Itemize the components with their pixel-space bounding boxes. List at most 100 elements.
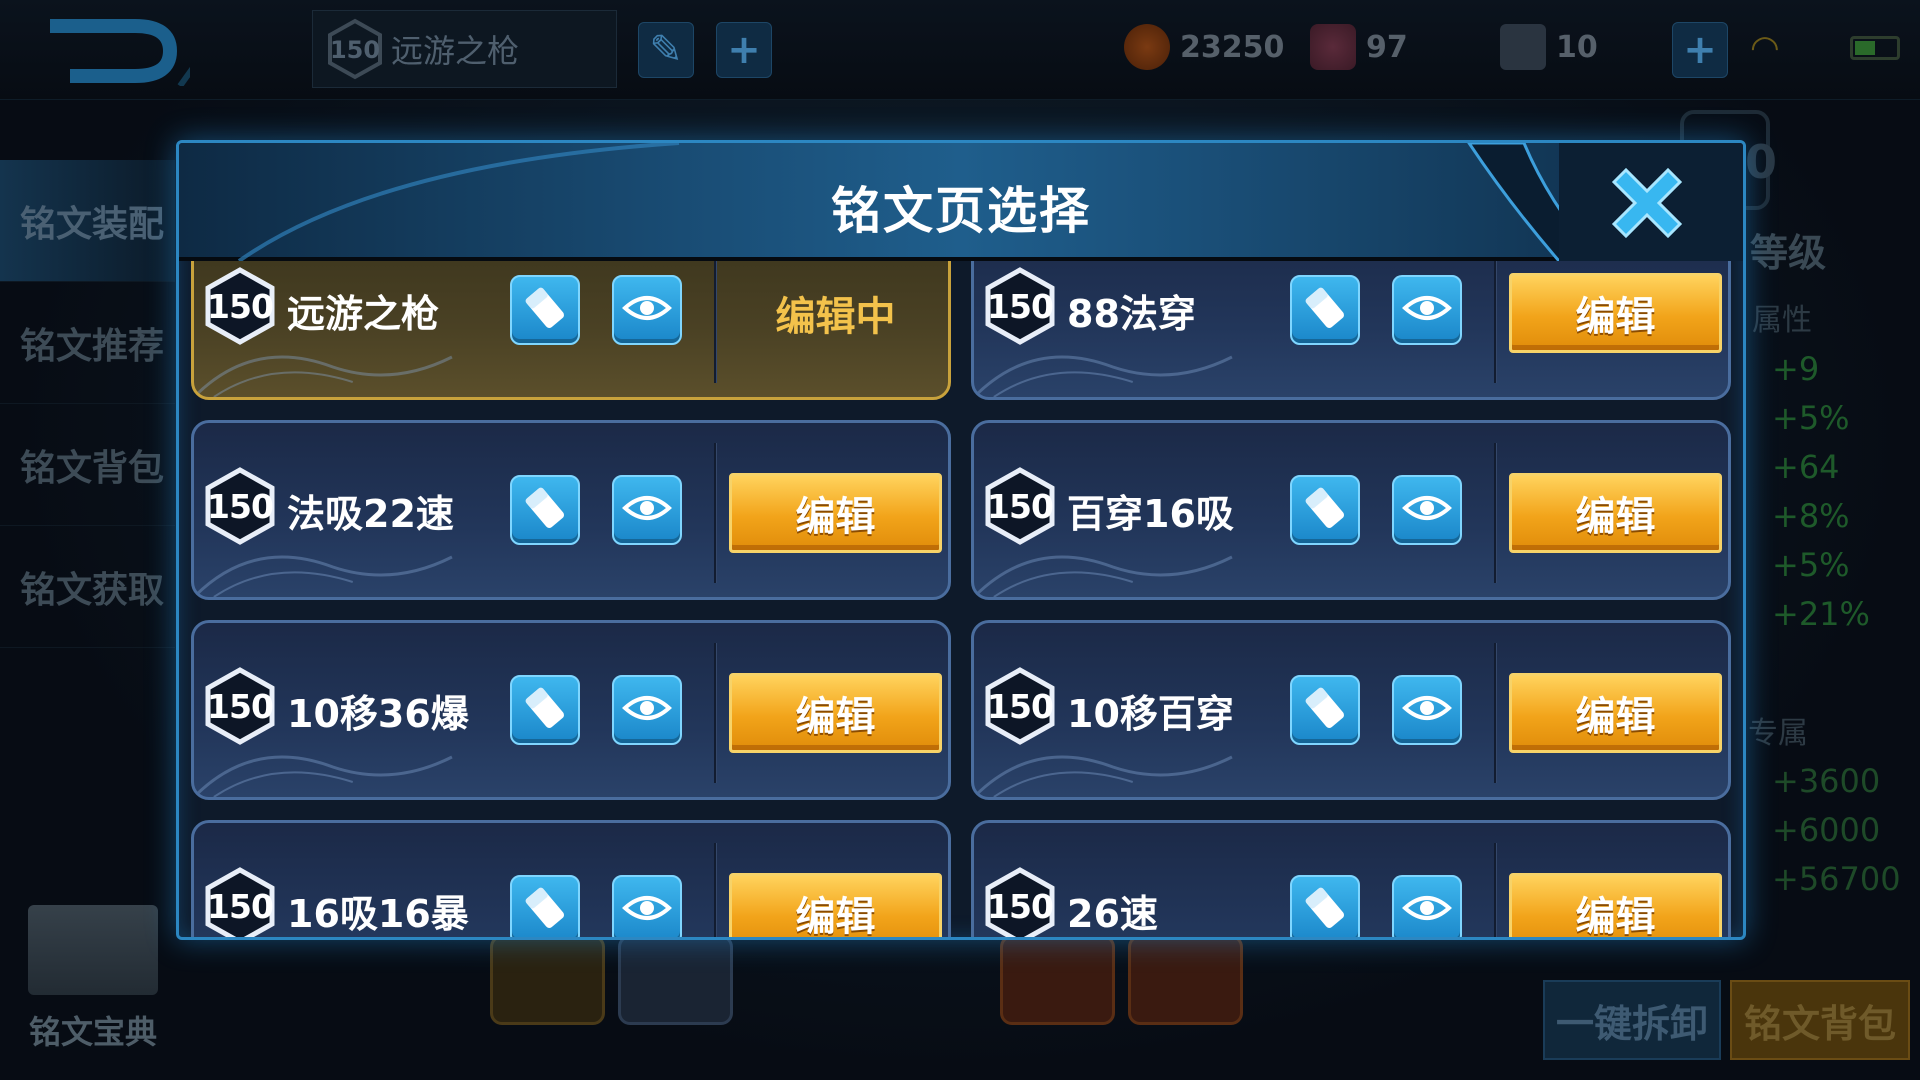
eraser-icon [1300, 483, 1350, 537]
sidebar-item-label: 铭文推荐 [20, 325, 165, 367]
sidebar: 铭文装配 铭文推荐 铭文背包 铭文获取 [0, 160, 175, 648]
preview-button[interactable] [612, 275, 682, 345]
preview-button[interactable] [612, 875, 682, 937]
preview-button[interactable] [1392, 275, 1462, 345]
level-text: 150 [207, 686, 274, 726]
level-badge: 150 [204, 866, 276, 937]
eraser-icon [1300, 883, 1350, 937]
level-hex-icon: 150 [328, 18, 382, 80]
diamond-icon [1310, 24, 1356, 70]
player-level-digit: 0 [1745, 135, 1778, 189]
rune-page-card-current[interactable]: 150 远游之枪 编辑中 [191, 261, 951, 400]
eraser-icon [520, 283, 570, 337]
level-badge: 150 [984, 466, 1056, 546]
rune-page-name: 远游之枪 [287, 292, 440, 336]
rune-page-select-modal: 铭文页选择 150 远游之枪 编辑中 150 88法穿 编辑 150 法吸22速 编辑 150 百穿… [176, 140, 1746, 940]
wifi-icon: ◠ [1750, 28, 1780, 68]
current-rune-page-chip[interactable]: 150 远游之枪 [312, 10, 617, 88]
level-badge: 150 [204, 666, 276, 746]
rename-button[interactable] [1290, 275, 1360, 345]
chip-page-name: 远游之枪 [391, 32, 520, 70]
rename-button[interactable] [1290, 475, 1360, 545]
sidebar-item-rune-recommend[interactable]: 铭文推荐 [0, 282, 175, 404]
edit-button[interactable]: 编辑 [1509, 873, 1722, 937]
edit-button[interactable]: 编辑 [1509, 273, 1722, 353]
gold-coin-icon [1124, 24, 1170, 70]
battery-icon [1850, 36, 1900, 60]
rune-bag-button[interactable]: 铭文背包 [1730, 980, 1910, 1060]
eye-icon [1402, 483, 1452, 537]
eraser-icon [520, 883, 570, 937]
sidebar-item-label: 铭文背包 [20, 447, 165, 489]
eraser-icon: ✎ [649, 27, 683, 73]
modal-title: 铭文页选择 [831, 182, 1091, 240]
level-text: 150 [987, 886, 1054, 926]
sidebar-item-rune-obtain[interactable]: 铭文获取 [0, 526, 175, 648]
preview-button[interactable] [1392, 875, 1462, 937]
rune-page-card[interactable]: 150 88法穿 编辑 [971, 261, 1731, 400]
rune-page-card[interactable]: 150 10移36爆 编辑 [191, 620, 951, 800]
rename-button[interactable] [1290, 675, 1360, 745]
card-divider [714, 443, 716, 583]
eraser-icon [520, 483, 570, 537]
rune-page-list[interactable]: 150 远游之枪 编辑中 150 88法穿 编辑 150 法吸22速 编辑 150 百穿16吸 编辑 1… [179, 261, 1743, 937]
level-badge: 150 [984, 266, 1056, 346]
rename-button[interactable] [510, 475, 580, 545]
rune-page-card[interactable]: 150 16吸16暴 编辑 [191, 820, 951, 937]
level-badge: 150 [204, 466, 276, 546]
voucher-amount: 10 [1556, 29, 1598, 65]
level-text: 150 [987, 686, 1054, 726]
rune-page-name: 26速 [1067, 892, 1158, 936]
back-button[interactable] [40, 14, 233, 88]
edit-button[interactable]: 编辑 [729, 473, 942, 553]
rune-slot-icon[interactable] [1128, 935, 1243, 1025]
rune-slot-icon[interactable] [1000, 935, 1115, 1025]
rune-page-card[interactable]: 150 26速 编辑 [971, 820, 1731, 937]
rename-button[interactable] [510, 275, 580, 345]
rune-slot-icon[interactable] [618, 935, 733, 1025]
edit-button[interactable]: 编辑 [729, 673, 942, 753]
rename-shortcut-button[interactable]: ✎ [638, 22, 694, 78]
preview-button[interactable] [612, 675, 682, 745]
card-divider [714, 643, 716, 783]
sidebar-item-rune-equip[interactable]: 铭文装配 [0, 160, 175, 282]
edit-button[interactable]: 编辑 [1509, 673, 1722, 753]
preview-button[interactable] [1392, 475, 1462, 545]
gold-amount: 23250 [1180, 29, 1285, 65]
book-icon [28, 905, 158, 995]
rune-page-card[interactable]: 150 百穿16吸 编辑 [971, 420, 1731, 600]
preview-button[interactable] [612, 475, 682, 545]
recharge-button[interactable]: + [1672, 22, 1728, 78]
rune-page-name: 10移百穿 [1067, 692, 1234, 736]
eye-icon [622, 283, 672, 337]
plus-icon: + [1683, 27, 1717, 73]
rune-page-name: 88法穿 [1067, 292, 1196, 336]
eye-icon [622, 883, 672, 937]
rune-page-name: 百穿16吸 [1067, 492, 1234, 536]
eye-icon [1402, 683, 1452, 737]
level-text: 150 [987, 286, 1054, 326]
exclusive-value: +6000 [1772, 811, 1881, 849]
eye-icon [1402, 283, 1452, 337]
attr-value: +21% [1772, 595, 1870, 633]
unequip-all-button[interactable]: 一键拆卸 [1543, 980, 1721, 1060]
rename-button[interactable] [510, 875, 580, 937]
level-badge: 150 [204, 266, 276, 346]
attr-value: +8% [1772, 497, 1850, 535]
rune-slot-icon[interactable] [490, 935, 605, 1025]
close-button[interactable] [1599, 155, 1695, 251]
sidebar-item-rune-bag[interactable]: 铭文背包 [0, 404, 175, 526]
add-page-button[interactable]: + [716, 22, 772, 78]
rename-button[interactable] [510, 675, 580, 745]
preview-button[interactable] [1392, 675, 1462, 745]
rune-codex-button[interactable]: 铭文宝典 [18, 905, 168, 1065]
level-text: 150 [207, 286, 274, 326]
edit-button[interactable]: 编辑 [729, 873, 942, 937]
rename-button[interactable] [1290, 875, 1360, 937]
rune-page-name: 法吸22速 [287, 492, 454, 536]
eye-icon [622, 483, 672, 537]
edit-button[interactable]: 编辑 [1509, 473, 1722, 553]
rune-page-card[interactable]: 150 法吸22速 编辑 [191, 420, 951, 600]
rune-page-card[interactable]: 150 10移百穿 编辑 [971, 620, 1731, 800]
top-bar: 150 远游之枪 ✎ + 23250 97 10 + ◠ [0, 0, 1920, 100]
